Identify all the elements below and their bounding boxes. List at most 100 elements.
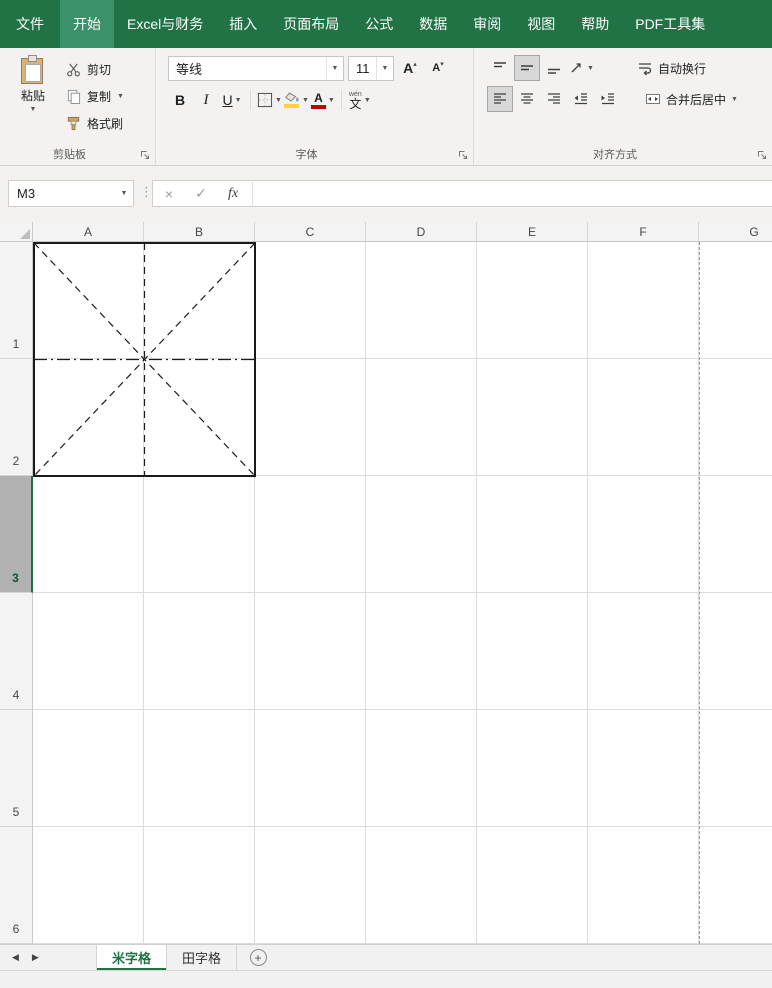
- paste-button[interactable]: 粘贴 ▼: [10, 55, 56, 134]
- ribbon-tab-pdf-tools[interactable]: PDF工具集: [622, 0, 718, 48]
- borders-caret[interactable]: ▼: [275, 97, 282, 104]
- sheet-nav-right-icon[interactable]: ▶: [32, 952, 39, 963]
- align-center-button[interactable]: [515, 87, 539, 111]
- row-header-1[interactable]: 1: [0, 242, 33, 359]
- ribbon-tab-home[interactable]: 开始: [60, 0, 114, 48]
- row-header-6[interactable]: 6: [0, 827, 33, 944]
- font-color-button[interactable]: A ▼: [310, 88, 335, 112]
- font-color-bar: [310, 104, 326, 109]
- copy-dropdown-caret[interactable]: ▼: [117, 93, 124, 100]
- spreadsheet-grid[interactable]: [33, 242, 772, 944]
- column-header-d[interactable]: D: [366, 222, 477, 241]
- ribbon-tab-file[interactable]: 文件: [0, 0, 60, 48]
- alignment-group: ▼ 自动换行 合并后居中 ▼ 对齐方式: [473, 48, 772, 165]
- increase-font-size-button[interactable]: A ▴: [398, 57, 422, 81]
- format-painter-button[interactable]: 格式刷: [66, 112, 124, 134]
- align-right-button[interactable]: [542, 87, 566, 111]
- font-name-combo[interactable]: 等线 ▼: [168, 56, 344, 81]
- horizontal-scrollbar[interactable]: [0, 971, 772, 988]
- select-all-button[interactable]: [0, 222, 33, 242]
- column-header-c[interactable]: C: [255, 222, 366, 241]
- clipboard-dialog-launcher[interactable]: [139, 149, 151, 161]
- paste-label: 粘贴: [20, 89, 45, 103]
- decrease-font-size-button[interactable]: A ▾: [426, 57, 450, 81]
- row-header-5[interactable]: 5: [0, 710, 33, 827]
- font-size-combo[interactable]: 11 ▼: [348, 56, 394, 81]
- ribbon-tab-page-layout[interactable]: 页面布局: [270, 0, 352, 48]
- increase-caret-icon: ▴: [413, 60, 417, 68]
- mizige-shape[interactable]: [33, 242, 257, 478]
- italic-button[interactable]: I: [194, 88, 218, 112]
- page-break-line: [699, 242, 700, 944]
- name-box-caret[interactable]: ▼: [115, 190, 133, 197]
- column-header-b[interactable]: B: [144, 222, 255, 241]
- merge-center-button[interactable]: 合并后居中 ▼: [645, 91, 738, 108]
- copy-button[interactable]: 复制 ▼: [66, 85, 124, 107]
- divider: [250, 90, 251, 110]
- dialog-launcher-icon: [140, 150, 150, 160]
- align-top-button[interactable]: [488, 56, 512, 80]
- ribbon-tab-label: 公式: [365, 16, 394, 32]
- merge-center-caret[interactable]: ▼: [731, 96, 738, 103]
- cancel-button[interactable]: ×: [153, 186, 185, 202]
- column-header-g[interactable]: G: [699, 222, 772, 241]
- ribbon-tab-view[interactable]: 视图: [514, 0, 568, 48]
- enter-button[interactable]: ✓: [185, 185, 217, 202]
- underline-button[interactable]: U ▼: [220, 88, 244, 112]
- sheet-tab-tianzige[interactable]: 田字格: [167, 945, 238, 970]
- font-name-caret[interactable]: ▼: [326, 57, 343, 80]
- column-header-e[interactable]: E: [477, 222, 588, 241]
- wrap-text-button[interactable]: 自动换行: [637, 60, 706, 77]
- sheet-tab-mizige[interactable]: 米字格: [96, 945, 168, 970]
- copy-label: 复制: [87, 89, 112, 104]
- decrease-font-icon: A: [432, 61, 441, 74]
- sheet-nav-left-icon[interactable]: ◀: [12, 952, 19, 963]
- paste-dropdown-caret[interactable]: ▼: [30, 106, 37, 113]
- formula-input[interactable]: [253, 181, 772, 206]
- ribbon-tab-review[interactable]: 审阅: [460, 0, 514, 48]
- orientation-button[interactable]: ▼: [569, 56, 594, 80]
- wrap-text-label: 自动换行: [657, 61, 706, 76]
- row-header-4[interactable]: 4: [0, 593, 33, 710]
- alignment-dialog-launcher[interactable]: [756, 149, 768, 161]
- ribbon-tab-formulas[interactable]: 公式: [352, 0, 406, 48]
- fill-color-button[interactable]: ▼: [284, 88, 309, 112]
- align-top-icon: [492, 60, 508, 76]
- increase-font-icon: A: [403, 59, 414, 76]
- ribbon-tab-label: PDF工具集: [635, 16, 706, 32]
- align-left-button[interactable]: [487, 86, 513, 112]
- borders-button[interactable]: ▼: [257, 88, 282, 112]
- ribbon-tab-help[interactable]: 帮助: [568, 0, 622, 48]
- column-header-f[interactable]: F: [588, 222, 699, 241]
- bold-button[interactable]: B: [168, 88, 192, 112]
- orientation-caret[interactable]: ▼: [587, 65, 594, 72]
- fill-color-caret[interactable]: ▼: [302, 97, 309, 104]
- ribbon-tab-label: 插入: [229, 16, 258, 32]
- align-bottom-button[interactable]: [542, 56, 566, 80]
- font-dialog-launcher[interactable]: [457, 149, 469, 161]
- phonetic-char: 文: [349, 96, 362, 111]
- sheet-nav: ◀ ▶: [0, 945, 96, 970]
- insert-function-button[interactable]: fx: [217, 186, 249, 202]
- underline-caret[interactable]: ▼: [235, 97, 242, 104]
- name-box[interactable]: M3 ▼: [8, 180, 134, 207]
- decrease-indent-button[interactable]: [569, 87, 593, 111]
- align-middle-button[interactable]: [514, 55, 540, 81]
- row-header-3[interactable]: 3: [0, 476, 33, 593]
- font-color-icon: A: [310, 92, 326, 109]
- add-sheet-button[interactable]: +: [237, 945, 279, 970]
- column-header-a[interactable]: A: [33, 222, 144, 241]
- phonetic-guide-button[interactable]: wén 文 ▼: [348, 88, 372, 112]
- font-color-caret[interactable]: ▼: [328, 97, 335, 104]
- phonetic-caret[interactable]: ▼: [364, 97, 371, 104]
- cut-button[interactable]: 剪切: [66, 58, 124, 80]
- scissors-icon: [66, 62, 81, 77]
- ribbon-tab-excel-finance[interactable]: Excel与财务: [114, 0, 216, 48]
- ribbon-tab-insert[interactable]: 插入: [216, 0, 270, 48]
- row-header-2[interactable]: 2: [0, 359, 33, 476]
- increase-indent-button[interactable]: [596, 87, 620, 111]
- font-size-caret[interactable]: ▼: [376, 57, 393, 80]
- orientation-icon: [569, 60, 585, 76]
- ribbon-tab-data[interactable]: 数据: [406, 0, 460, 48]
- clipboard-group: 粘贴 ▼ 剪切 复制 ▼ 格式刷 剪贴板: [0, 48, 155, 165]
